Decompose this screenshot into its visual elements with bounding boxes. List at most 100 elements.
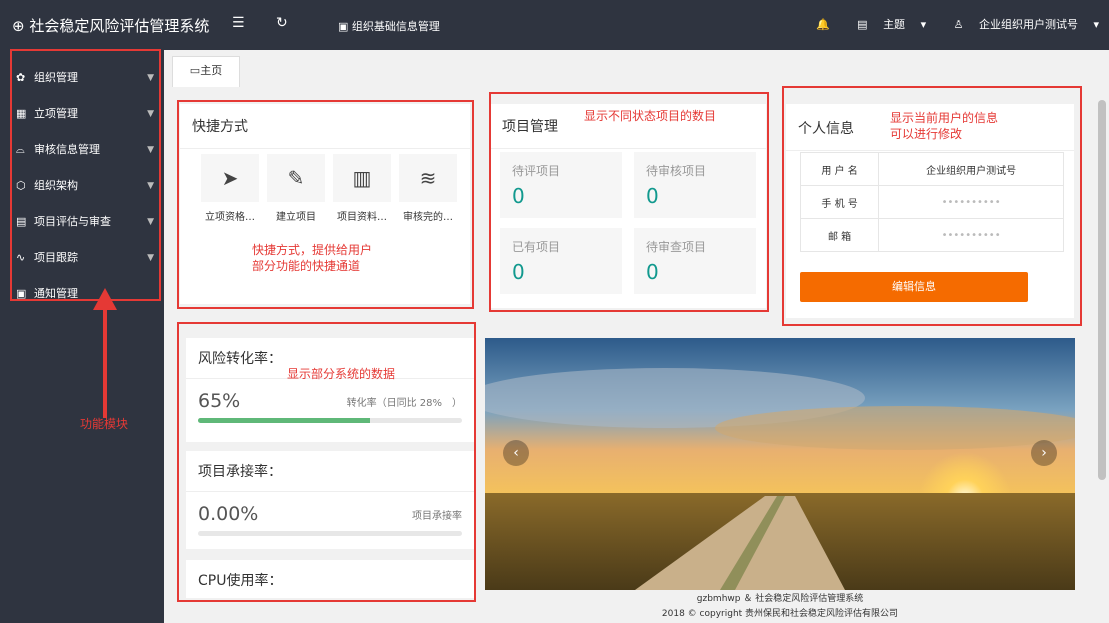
stat-pending-inspection[interactable]: 待审查项目 0 [634,228,756,294]
quick-item[interactable]: ≋ 审核完的… [399,154,457,223]
stat-pending-review[interactable]: 待审核项目 0 [634,152,756,218]
document-icon: ▥ [333,154,391,202]
pencil-icon: ✎ [267,154,325,202]
sidebar-item-tracking[interactable]: ∿ 项目跟踪 ▼ [0,240,164,276]
sidebar-item-org-management[interactable]: ✿ 组织管理 ▼ [0,60,164,96]
globe-icon: ⊕ [12,17,25,35]
carousel-prev-button[interactable]: ‹ [503,440,529,466]
metric-value: 65% [198,390,241,412]
table-row: 邮 箱 •••••••••• [799,218,1064,252]
sidebar-item-label: 项目跟踪 [34,251,78,264]
annotation-quick: 快捷方式，提供给用户 部分功能的快捷通道 [252,242,372,274]
cube-icon: ⬡ [16,179,26,192]
book-icon: ⌓ [16,143,25,156]
pulse-icon: ∿ [16,251,26,264]
profile-key: 用 户 名 [799,152,880,186]
annotation-line: 部分功能的快捷通道 [252,259,361,273]
progress-fill [198,418,370,423]
caret-down-icon: ▼ [147,145,154,155]
scrollbar[interactable] [1095,86,1109,598]
sidebar-item-org-structure[interactable]: ⬡ 组织架构 ▼ [0,168,164,204]
send-icon: ➤ [201,154,259,202]
document-icon: ▣ [338,20,349,33]
quick-access-card: 快捷方式 ➤ 立项资格… ✎ 建立项目 ▥ 项目资料… ≋ 审核完的… [180,104,470,304]
sidebar-item-review-info[interactable]: ⌓ 审核信息管理 ▼ [0,132,164,168]
refresh-icon[interactable]: ↻ [276,15,288,31]
caret-down-icon: ▼ [147,217,154,227]
caret-down-icon: ▼ [147,73,154,83]
sidebar-item-notices[interactable]: ▣ 通知管理 [0,276,164,312]
annotation-metrics: 显示部分系统的数据 [287,367,396,381]
arrow-up-icon [93,288,117,418]
breadcrumb[interactable]: ▣ 组织基础信息管理 [338,18,440,34]
app-logo[interactable]: ⊕ 社会稳定风险评估管理系统 [12,15,209,36]
stat-existing-projects[interactable]: 已有项目 0 [500,228,622,294]
user-icon: ♙ [953,18,964,31]
caret-down-icon: ▼ [147,109,154,119]
sidebar-item-label: 项目评估与审查 [34,215,111,228]
quick-item[interactable]: ➤ 立项资格… [201,154,259,223]
sidebar-item-project-setup[interactable]: ▦ 立项管理 ▼ [0,96,164,132]
footer: gzbmhwp ＆ 社会稳定风险评估管理系统 2018 © copyright … [485,592,1075,622]
user-label: 企业组织用户测试号 [978,18,1078,31]
theme-menu[interactable]: ▤ 主题 ▾ [845,18,929,31]
layers-icon: ≋ [399,154,457,202]
sidebar-item-label: 组织架构 [34,179,78,192]
annotation-projects: 显示不同状态项目的数目 [584,109,717,123]
tab-home[interactable]: ▭主页 [172,56,240,87]
footer-copyright: 2018 © copyright 贵州保民和社会稳定风险评估有限公司 [661,609,899,619]
metric-card-cpu: CPU使用率： [186,560,474,598]
table-row: 用 户 名 企业组织用户测试号 [799,152,1064,186]
quick-item-label: 立项资格… [205,212,255,223]
apps-icon: ▦ [16,107,27,120]
tab-label: 主页 [200,64,223,77]
caret-down-icon: ▼ [147,253,154,263]
window-icon: ▭ [189,64,201,77]
metric-note: 转化率（日同比 28% ） [346,398,462,409]
stat-value: 0 [646,260,659,284]
stat-pending-evaluation[interactable]: 待评项目 0 [500,152,622,218]
caret-down-icon: ▾ [1093,18,1099,31]
metric-title: CPU使用率： [198,573,283,589]
calendar-icon: ▣ [16,287,27,300]
profile-value: •••••••••• [878,185,1064,219]
clipboard-icon: ▤ [16,215,27,228]
edit-info-button[interactable]: 编辑信息 [800,272,1028,302]
sidebar-item-label: 通知管理 [34,287,78,300]
user-menu[interactable]: ♙ 企业组织用户测试号 ▾ [942,18,1099,31]
carousel-next-button[interactable]: › [1031,440,1057,466]
stat-value: 0 [646,184,659,208]
profile-table: 用 户 名 企业组织用户测试号 手 机 号 •••••••••• 邮 箱 •••… [799,152,1064,252]
caret-down-icon: ▾ [920,18,927,31]
menu-toggle-icon[interactable]: ☰ [232,15,245,31]
sidebar-item-label: 审核信息管理 [34,143,100,156]
annotation-line: 快捷方式，提供给用户 [252,243,373,257]
stat-label: 已有项目 [512,240,561,254]
stat-value: 0 [512,260,525,284]
profile-key: 邮 箱 [799,218,880,252]
quick-item-label: 审核完的… [403,212,453,223]
scrollbar-thumb[interactable] [1098,100,1106,480]
sidebar-item-label: 立项管理 [34,107,78,120]
quick-item-label: 项目资料… [337,212,387,223]
metric-card-risk-conversion: 风险转化率： 65% 转化率（日同比 28% ） [186,338,474,442]
sidebar: ✿ 组织管理 ▼ ▦ 立项管理 ▼ ⌓ 审核信息管理 ▼ ⬡ 组织架构 ▼ ▤ 项目评估与… [0,50,164,623]
profile-value: •••••••••• [878,218,1064,252]
sidebar-item-evaluation[interactable]: ▤ 项目评估与审查 ▼ [0,204,164,240]
profile-key: 手 机 号 [799,185,880,219]
theme-label: 主题 [883,18,906,31]
annotation-line: 可以进行修改 [890,127,963,141]
annotation-line: 显示当前用户的信息 [890,111,999,125]
theme-icon: ▤ [857,18,868,31]
annotation-modules: 功能模块 [80,417,129,431]
top-bar: ⊕ 社会稳定风险评估管理系统 ☰ ↻ ▣ 组织基础信息管理 🔔 ▤ 主题 ▾ ♙… [0,0,1109,50]
breadcrumb-label: 组织基础信息管理 [351,20,440,33]
tab-bar: ▭主页 [164,50,1109,87]
top-right-tools: 🔔 ▤ 主题 ▾ ♙ 企业组织用户测试号 ▾ [804,16,1099,32]
bell-icon[interactable]: 🔔 [816,18,830,31]
quick-item[interactable]: ✎ 建立项目 [267,154,325,223]
quick-item[interactable]: ▥ 项目资料… [333,154,391,223]
app-title: 社会稳定风险评估管理系统 [29,17,210,35]
metric-title: 项目承接率： [186,451,474,492]
annotation-profile: 显示当前用户的信息 可以进行修改 [890,110,998,142]
